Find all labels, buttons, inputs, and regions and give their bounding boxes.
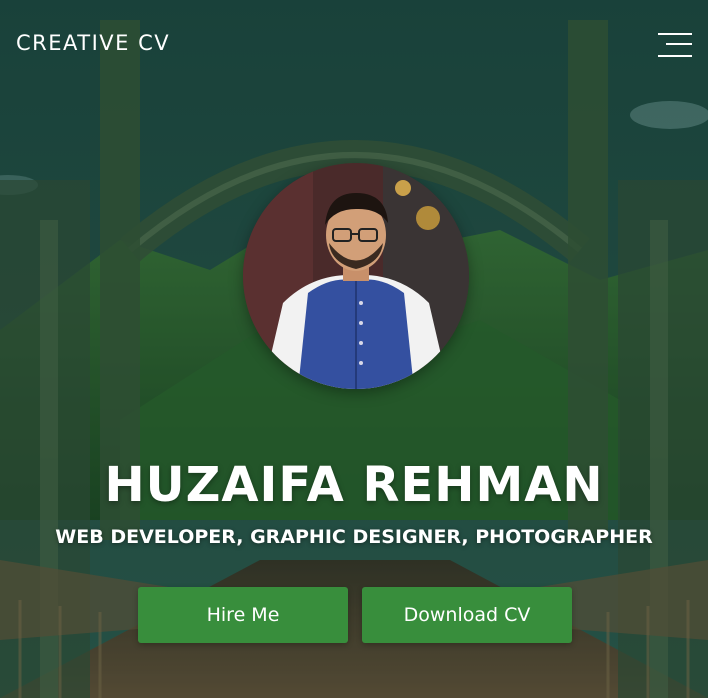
profile-photo	[243, 163, 469, 389]
menu-line-middle	[666, 43, 692, 45]
brand-logo[interactable]: CREATIVE CV	[16, 31, 170, 55]
profile-roles: WEB DEVELOPER, GRAPHIC DESIGNER, PHOTOGR…	[55, 526, 653, 548]
menu-line-top	[658, 33, 692, 35]
hire-me-button[interactable]: Hire Me	[138, 587, 348, 643]
profile-name: HUZAIFA REHMAN	[104, 457, 604, 513]
menu-line-bottom	[658, 55, 692, 57]
download-cv-button[interactable]: Download CV	[362, 587, 572, 643]
hero-section: CREATIVE CV HUZAIFA REHMAN WEB DEVELOPER…	[0, 0, 708, 698]
hamburger-menu-icon[interactable]	[658, 33, 692, 59]
